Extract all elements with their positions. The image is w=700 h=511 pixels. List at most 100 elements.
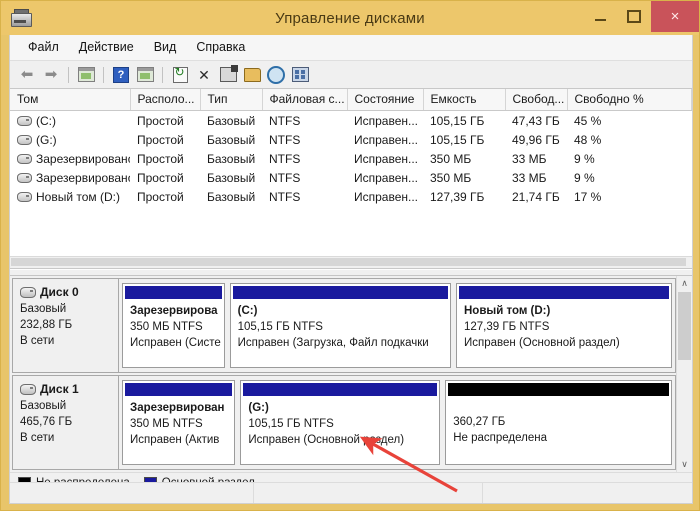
cell-status: Исправен... (354, 189, 419, 204)
disk-icon (20, 383, 36, 395)
cell-capacity: 350 МБ (430, 170, 472, 185)
cell-status: Исправен... (354, 113, 419, 128)
partition-unallocated-disk1[interactable]: 360,27 ГБ Не распределена (445, 380, 672, 465)
partition-size-fs: 127,39 ГБ NTFS (464, 321, 550, 333)
volume-icon (17, 115, 32, 126)
partition-reserved-disk0[interactable]: Зарезервирова 350 МБ NTFS Исправен (Сист… (122, 283, 225, 368)
scroll-up-arrow-icon[interactable]: ∧ (677, 276, 692, 291)
back-arrow-icon[interactable]: ⬅ (16, 64, 38, 85)
column-header-free[interactable]: Свобод... (505, 89, 568, 111)
help-icon[interactable]: ? (110, 64, 132, 85)
column-header-volume[interactable]: Том (10, 89, 131, 111)
cell-capacity: 127,39 ГБ (430, 189, 485, 204)
partition-size-fs: 105,15 ГБ NTFS (237, 321, 323, 333)
scrollbar-thumb[interactable] (11, 258, 687, 266)
partition-name: (G:) (248, 402, 269, 414)
caption-buttons: × (583, 1, 699, 32)
cell-status: Исправен... (354, 132, 419, 147)
maximize-button[interactable] (617, 1, 651, 32)
partition-d-disk0[interactable]: Новый том (D:) 127,39 ГБ NTFS Исправен (… (456, 283, 672, 368)
cell-layout: Простой (137, 189, 184, 204)
volume-list-pane[interactable]: Том Располо... Тип Файловая с... Состоян… (10, 89, 692, 269)
cell-free: 33 МБ (512, 170, 547, 185)
table-row[interactable]: Зарезервировано... Простой Базовый NTFS … (10, 168, 692, 187)
disk-name: Диск 1 (40, 382, 79, 396)
properties-icon[interactable] (217, 64, 239, 85)
cell-free-pct: 17 % (574, 189, 602, 204)
cell-fs: NTFS (269, 113, 301, 128)
rescan-disks-icon[interactable] (289, 64, 311, 85)
menu-item-action[interactable]: Действие (70, 38, 143, 57)
toolbar-separator-1 (68, 66, 69, 83)
column-header-capacity[interactable]: Емкость (423, 89, 506, 111)
cell-free: 33 МБ (512, 151, 547, 166)
statusbar-segment-2 (254, 483, 483, 503)
disk-type: Базовый (20, 303, 67, 315)
cell-fs: NTFS (269, 151, 301, 166)
scrollbar-thumb[interactable] (678, 292, 691, 360)
disk-icon (20, 286, 36, 298)
partition-c-disk0[interactable]: (C:) 105,15 ГБ NTFS Исправен (Загрузка, … (229, 283, 451, 368)
show-hide-console-tree-icon[interactable] (75, 64, 97, 85)
menu-item-file[interactable]: Файл (19, 38, 68, 57)
volume-icon (17, 153, 32, 164)
table-row[interactable]: Зарезервировано... Простой Базовый NTFS … (10, 149, 692, 168)
search-icon[interactable] (265, 64, 287, 85)
partition-color-bar (232, 286, 448, 299)
table-row[interactable]: Новый том (D:) Простой Базовый NTFS Испр… (10, 187, 692, 206)
table-row[interactable]: (C:) Простой Базовый NTFS Исправен... 10… (10, 111, 692, 131)
delete-icon[interactable]: ✕ (193, 64, 215, 85)
partition-color-bar (125, 286, 222, 299)
partition-reserved-disk1[interactable]: Зарезервирован 350 МБ NTFS Исправен (Акт… (122, 380, 236, 465)
column-header-status[interactable]: Состояние (347, 89, 424, 111)
partition-status: Исправен (Основной раздел) (464, 337, 620, 349)
graphical-view-vertical-scrollbar[interactable]: ∧ ∨ (676, 276, 692, 472)
forward-arrow-icon[interactable]: ➡ (40, 64, 62, 85)
table-row[interactable]: (G:) Простой Базовый NTFS Исправен... 10… (10, 130, 692, 149)
close-button[interactable]: × (651, 1, 699, 32)
minimize-button[interactable] (583, 1, 617, 32)
show-hide-action-pane-icon[interactable] (134, 64, 156, 85)
menu-item-view[interactable]: Вид (145, 38, 186, 57)
cell-free: 49,96 ГБ (512, 132, 560, 147)
cell-layout: Простой (137, 170, 184, 185)
pane-splitter[interactable] (10, 269, 692, 276)
client-area: Файл Действие Вид Справка ⬅ ➡ ? ✕ (9, 35, 693, 504)
partition-status: Не распределена (453, 432, 547, 444)
column-header-layout[interactable]: Располо... (130, 89, 201, 111)
cell-layout: Простой (137, 151, 184, 166)
partition-color-bar (125, 383, 233, 396)
column-header-free-pct[interactable]: Свободно % (567, 89, 692, 111)
column-header-type[interactable]: Тип (200, 89, 263, 111)
partition-name: Зарезервирова (130, 305, 218, 317)
partition-size-fs: 350 МБ NTFS (130, 321, 203, 333)
volume-list-horizontal-scrollbar[interactable] (10, 256, 692, 268)
disk-size: 232,88 ГБ (20, 319, 73, 331)
volume-label: (G:) (36, 132, 57, 147)
partition-size-fs: 105,15 ГБ NTFS (248, 418, 334, 430)
disk-panel-0[interactable]: Диск 0 Базовый 232,88 ГБ В сети Зарезерв… (12, 278, 676, 373)
refresh-icon[interactable] (169, 64, 191, 85)
disk-name: Диск 0 (40, 285, 79, 299)
volume-table-header-row: Том Располо... Тип Файловая с... Состоян… (10, 89, 692, 111)
disk-partitions-0: Зарезервирова 350 МБ NTFS Исправен (Сист… (119, 279, 675, 372)
menu-item-help[interactable]: Справка (187, 38, 254, 57)
volume-icon (17, 191, 32, 202)
volume-label: Зарезервировано... (36, 151, 130, 166)
cell-status: Исправен... (354, 170, 419, 185)
disk-info-1: Диск 1 Базовый 465,76 ГБ В сети (13, 376, 119, 469)
partition-name: (C:) (237, 305, 258, 317)
volume-label: (C:) (36, 113, 56, 128)
cell-capacity: 105,15 ГБ (430, 113, 485, 128)
disk-management-window: Управление дисками × Файл Действие Вид С… (0, 0, 700, 511)
cell-capacity: 350 МБ (430, 151, 472, 166)
disk-panel-1[interactable]: Диск 1 Базовый 465,76 ГБ В сети Зарезерв… (12, 375, 676, 470)
cell-type: Базовый (207, 132, 256, 147)
partition-name: Зарезервирован (130, 402, 225, 414)
column-header-filesystem[interactable]: Файловая с... (262, 89, 348, 111)
partition-color-bar (459, 286, 669, 299)
cell-free: 21,74 ГБ (512, 189, 560, 204)
scroll-down-arrow-icon[interactable]: ∨ (677, 457, 692, 472)
open-folder-icon[interactable] (241, 64, 263, 85)
partition-g-disk1[interactable]: (G:) 105,15 ГБ NTFS Исправен (Основной р… (240, 380, 441, 465)
